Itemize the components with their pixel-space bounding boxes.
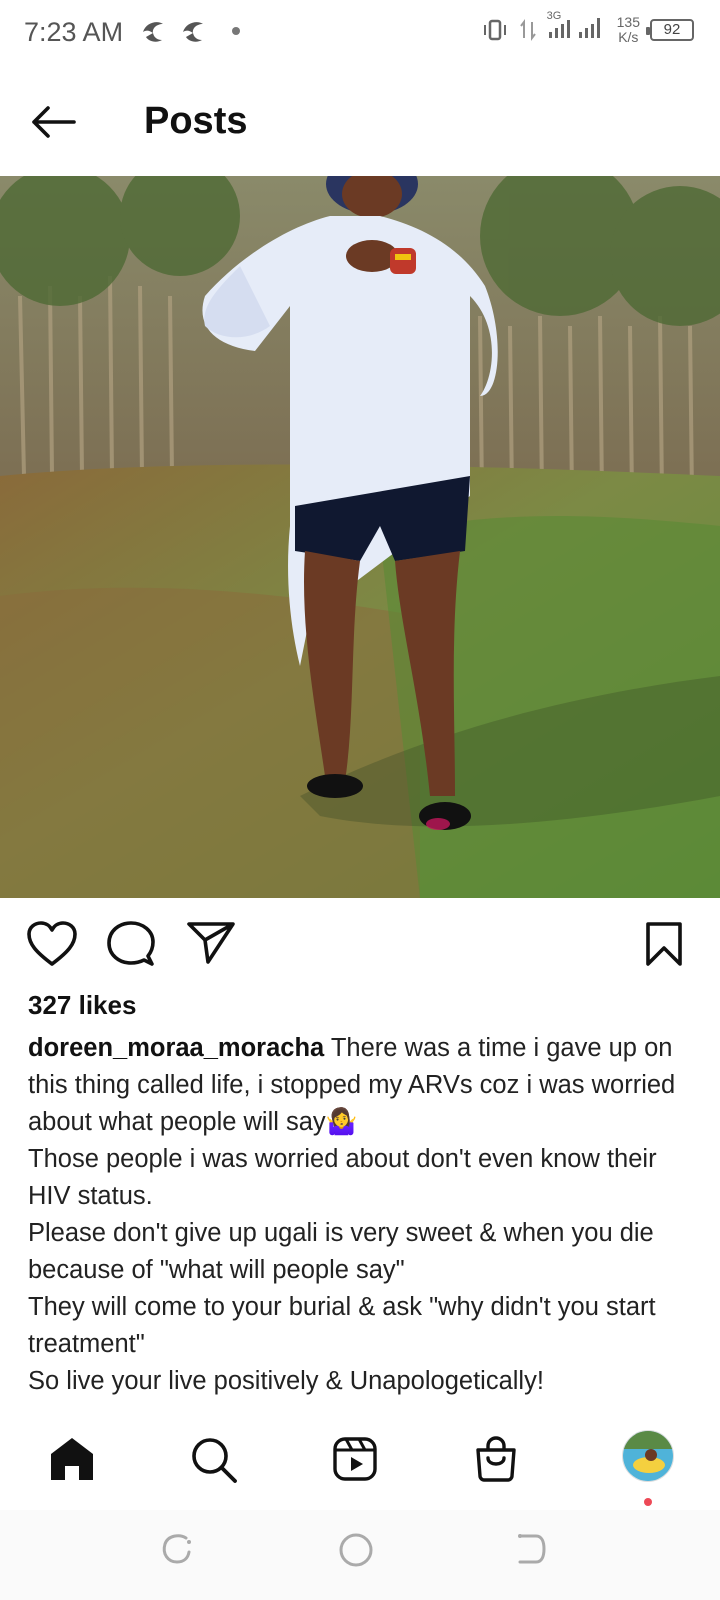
caption-line-2: Those people i was worried about don't e… bbox=[28, 1145, 657, 1210]
like-button[interactable] bbox=[26, 920, 78, 973]
caption-line-4: They will come to your burial & ask "why… bbox=[28, 1293, 656, 1358]
save-button[interactable] bbox=[644, 920, 684, 973]
app-notification-icon bbox=[143, 22, 163, 42]
avatar-photo bbox=[623, 1431, 673, 1481]
caption-line-3: Please don't give up ugali is very sweet… bbox=[28, 1219, 654, 1284]
net-speed: 135 K/s bbox=[616, 13, 640, 45]
vibrate-icon bbox=[483, 19, 506, 40]
back-button[interactable] bbox=[28, 100, 84, 148]
recents-icon bbox=[162, 1534, 191, 1564]
header: Posts bbox=[0, 64, 720, 176]
battery-level: 92 bbox=[663, 21, 681, 38]
shop-icon bbox=[476, 1436, 516, 1482]
home-circle-icon bbox=[339, 1533, 373, 1567]
arrow-left-icon bbox=[32, 106, 76, 138]
status-system-icons: 3G 135 K/s 92 bbox=[481, 10, 694, 45]
status-time: 7:23 AM bbox=[24, 17, 124, 47]
status-notification-icons bbox=[140, 18, 240, 44]
likes-count[interactable]: 327 likes bbox=[28, 990, 136, 1021]
home-button[interactable] bbox=[338, 1532, 374, 1573]
reels-icon bbox=[333, 1437, 377, 1481]
nav-search[interactable] bbox=[190, 1436, 238, 1489]
notification-dot bbox=[644, 1498, 652, 1506]
app-notification-icon bbox=[183, 22, 203, 42]
post-caption: doreen_moraa_moracha There was a time i … bbox=[28, 1030, 698, 1400]
comment-button[interactable] bbox=[106, 920, 156, 973]
search-icon bbox=[192, 1438, 237, 1483]
post-image[interactable] bbox=[0, 176, 720, 898]
page-title: Posts bbox=[144, 100, 248, 142]
caption-username[interactable]: doreen_moraa_moracha bbox=[28, 1034, 324, 1062]
more-notifications-dot bbox=[232, 27, 240, 35]
post-actions bbox=[0, 912, 720, 976]
recents-button[interactable] bbox=[160, 1532, 194, 1571]
bottom-nav bbox=[0, 1420, 720, 1510]
share-button[interactable] bbox=[186, 920, 236, 971]
nav-shop[interactable] bbox=[474, 1436, 518, 1487]
home-icon bbox=[51, 1438, 93, 1480]
signal-group: 3G bbox=[547, 10, 607, 45]
back-icon bbox=[518, 1534, 546, 1564]
comment-icon bbox=[107, 921, 155, 966]
bookmark-icon bbox=[646, 922, 682, 966]
profile-avatar[interactable] bbox=[622, 1430, 674, 1482]
data-transfer-icon bbox=[519, 18, 536, 41]
network-type: 3G bbox=[546, 10, 562, 22]
caption-line-5: So live your live positively & Unapologe… bbox=[28, 1367, 544, 1395]
battery-icon: 92 bbox=[646, 18, 694, 41]
nav-home[interactable] bbox=[48, 1436, 96, 1487]
heart-icon bbox=[27, 921, 77, 966]
back-nav-button[interactable] bbox=[514, 1532, 548, 1571]
post-photo bbox=[0, 176, 720, 898]
system-nav bbox=[0, 1510, 720, 1600]
status-bar: 7:23 AM 3G 135 K/s 92 bbox=[0, 0, 720, 64]
nav-reels[interactable] bbox=[332, 1436, 378, 1487]
share-icon bbox=[187, 922, 235, 964]
